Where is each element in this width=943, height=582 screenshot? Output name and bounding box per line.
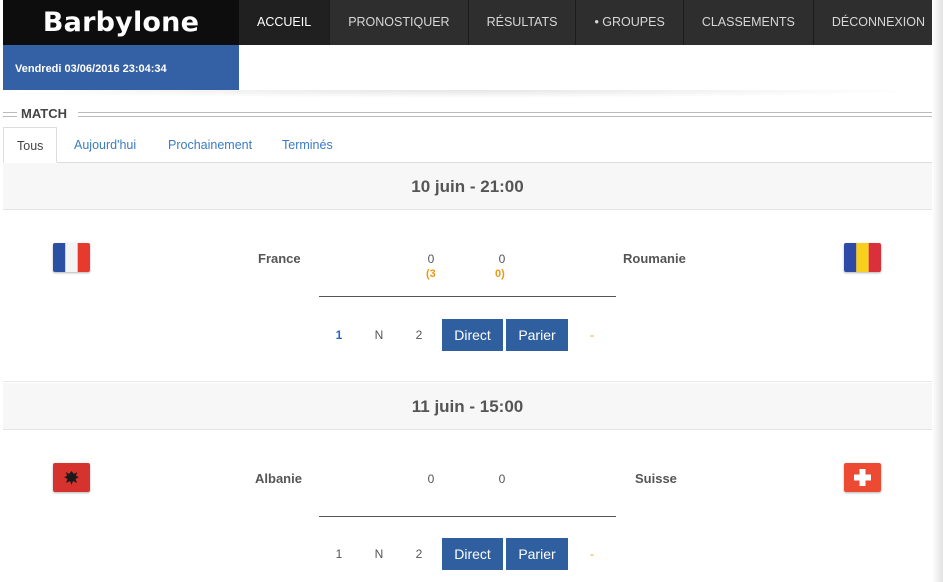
tab-aujourdhui[interactable]: Aujourd'hui [74, 127, 136, 163]
odd-2-option[interactable]: 2 [412, 328, 426, 342]
bet-placeholder-dash: - [590, 547, 594, 561]
section-rule-left [3, 112, 17, 117]
direct-button[interactable]: Direct [442, 319, 503, 351]
nav-item-classements[interactable]: CLASSEMENTS [684, 0, 814, 45]
nav-item-pronostiquer[interactable]: PRONOSTIQUER [330, 0, 469, 45]
tab-tous[interactable]: Tous [3, 127, 58, 163]
switzerland-flag-icon [844, 463, 881, 492]
odd-1-option[interactable]: 1 [332, 328, 346, 342]
section-header: MATCH [3, 106, 932, 122]
odd-2-option[interactable]: 2 [412, 547, 426, 561]
away-penalty-score: 0) [495, 268, 505, 280]
main-nav: ACCUEIL PRONOSTIQUER RÉSULTATS • GROUPES… [239, 0, 943, 45]
tab-prochainement[interactable]: Prochainement [168, 127, 252, 163]
brand-logo[interactable]: Barbylone [3, 0, 239, 45]
bet-placeholder-dash: - [590, 328, 594, 342]
match-filter-tabs: Tous Aujourd'hui Prochainement Terminés [3, 127, 932, 163]
score-separator [319, 296, 616, 297]
direct-button[interactable]: Direct [442, 538, 503, 570]
albania-flag-icon [53, 463, 90, 492]
home-score: 0 [427, 252, 435, 266]
home-team-name: France [258, 251, 301, 266]
match-card: 10 juin - 21:00 France 0 0 (3 0) Roumani… [3, 163, 932, 382]
odd-n-option[interactable]: N [372, 547, 386, 561]
home-penalty-score: (3 [426, 268, 436, 280]
score-separator [319, 516, 616, 517]
header-shadow [3, 90, 932, 98]
away-score: 0 [498, 252, 506, 266]
section-title: MATCH [21, 106, 67, 121]
current-datetime: Vendredi 03/06/2016 23:04:34 [3, 45, 239, 90]
odd-1-option[interactable]: 1 [332, 547, 346, 561]
header-blank-area [239, 45, 932, 90]
france-flag-icon [53, 243, 90, 272]
bet-button[interactable]: Parier [506, 319, 568, 351]
bet-button[interactable]: Parier [506, 538, 568, 570]
nav-item-deconnexion[interactable]: DÉCONNEXION [814, 0, 943, 45]
nav-item-groupes[interactable]: • GROUPES [576, 0, 684, 45]
nav-item-resultats[interactable]: RÉSULTATS [469, 0, 577, 45]
match-datetime: 10 juin - 21:00 [3, 163, 932, 210]
away-team-name: Roumanie [623, 251, 686, 266]
nav-item-accueil[interactable]: ACCUEIL [239, 0, 331, 45]
home-score: 0 [427, 472, 435, 486]
section-rule-right [78, 112, 932, 117]
match-divider [3, 381, 932, 382]
away-team-name: Suisse [635, 471, 677, 486]
page-edge-shadow [932, 0, 943, 582]
home-team-name: Albanie [255, 471, 302, 486]
match-card: 11 juin - 15:00 Albanie 0 0 Suisse 1 N 2… [3, 383, 932, 582]
romania-flag-icon [844, 243, 881, 272]
match-datetime: 11 juin - 15:00 [3, 383, 932, 430]
odd-n-option[interactable]: N [372, 328, 386, 342]
tab-termines[interactable]: Terminés [282, 127, 333, 163]
away-score: 0 [498, 472, 506, 486]
